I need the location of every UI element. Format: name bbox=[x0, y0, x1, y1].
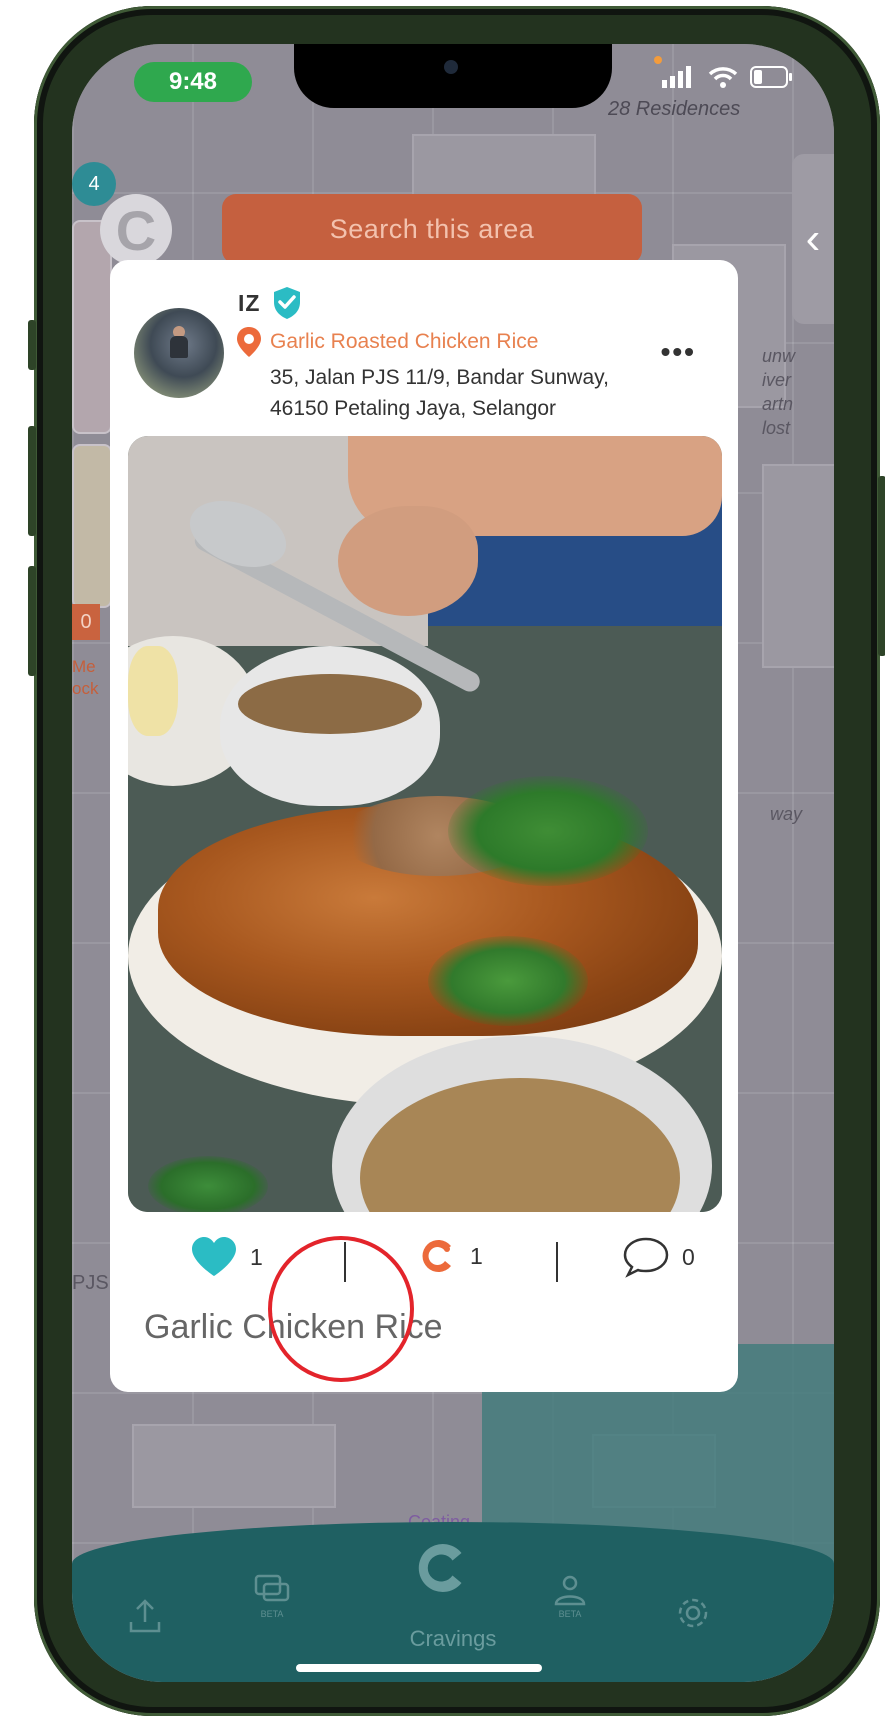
craving-button[interactable]: 1 bbox=[418, 1236, 483, 1276]
map-road-label: PJS bbox=[72, 1272, 109, 1294]
cravings-logo-icon[interactable] bbox=[412, 1538, 472, 1601]
highlight-circle bbox=[268, 1236, 414, 1382]
post-actions: 1 1 0 bbox=[110, 1220, 738, 1300]
cravings-map-marker-icon[interactable]: C bbox=[100, 194, 172, 266]
beta-label: BETA bbox=[558, 1609, 582, 1619]
map-residence-label: 28 Residences bbox=[608, 98, 741, 120]
privacy-indicator bbox=[654, 56, 662, 64]
device-notch bbox=[294, 44, 612, 108]
map-place-label: Me ock bbox=[72, 657, 99, 698]
volume-up-button bbox=[28, 426, 36, 536]
user-avatar[interactable] bbox=[134, 308, 224, 398]
app-screen: unwiverartnlost way PJS Coating 0 Me ock… bbox=[72, 44, 834, 1682]
signal-icon bbox=[662, 66, 691, 88]
cravings-tab-label[interactable]: Cravings bbox=[72, 1626, 834, 1652]
username[interactable]: IZ bbox=[238, 290, 260, 317]
like-button[interactable]: 1 bbox=[190, 1236, 263, 1278]
map-post-thumbnail[interactable] bbox=[72, 220, 112, 434]
home-indicator[interactable] bbox=[296, 1664, 542, 1672]
profile-beta-icon[interactable]: BETA bbox=[552, 1574, 588, 1619]
comment-icon bbox=[623, 1237, 669, 1278]
wifi-icon bbox=[708, 67, 738, 88]
bottom-navigation: BETA BETA Cravings bbox=[72, 1522, 834, 1682]
chevron-left-icon[interactable]: ‹ bbox=[792, 154, 834, 324]
more-options-button[interactable]: ••• bbox=[661, 336, 696, 368]
place-name-link[interactable]: Garlic Roasted Chicken Rice bbox=[270, 330, 538, 354]
status-time: 9:48 bbox=[134, 62, 252, 102]
battery-icon bbox=[750, 66, 792, 88]
search-this-area-button[interactable]: Search this area bbox=[222, 194, 642, 264]
comment-count: 0 bbox=[682, 1243, 695, 1270]
craving-icon bbox=[422, 1240, 451, 1272]
action-divider bbox=[556, 1242, 558, 1282]
map-post-thumbnail[interactable] bbox=[72, 444, 112, 608]
location-pin-icon bbox=[237, 327, 261, 357]
heart-icon bbox=[192, 1237, 236, 1276]
post-card[interactable]: IZ Garlic Roasted Chicken Rice 35, Jalan… bbox=[110, 260, 738, 1392]
verified-shield-icon bbox=[274, 287, 300, 319]
like-count: 1 bbox=[250, 1243, 263, 1270]
craving-count: 1 bbox=[470, 1242, 483, 1269]
comment-button[interactable]: 0 bbox=[622, 1236, 695, 1278]
chat-beta-icon[interactable]: BETA bbox=[254, 1574, 290, 1619]
power-button bbox=[878, 476, 885, 656]
post-photo[interactable] bbox=[128, 436, 722, 1212]
status-icons bbox=[662, 66, 794, 88]
cluster-count-badge[interactable]: 4 bbox=[72, 162, 116, 206]
place-address: 35, Jalan PJS 11/9, Bandar Sunway, 46150… bbox=[270, 366, 609, 420]
map-pin-label: 0 bbox=[72, 604, 100, 640]
map-side-label: unw iver artn lost bbox=[762, 346, 796, 438]
mute-switch bbox=[28, 320, 36, 370]
map-way-label: way bbox=[770, 804, 803, 824]
beta-label: BETA bbox=[260, 1609, 284, 1619]
volume-down-button bbox=[28, 566, 36, 676]
